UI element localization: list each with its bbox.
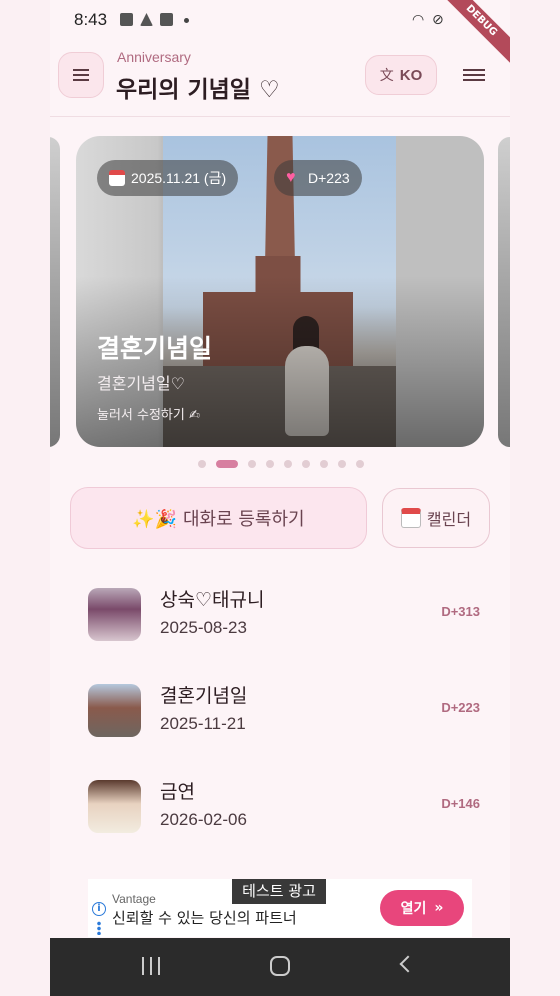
list-item-thumbnail [88,684,141,737]
list-item-dday: D+146 [441,796,480,811]
double-chevron-right-icon: » [434,900,444,916]
list-item[interactable]: 결혼기념일 2025-11-21 D+223 [80,684,480,764]
heart-icon: ♥ [286,169,296,186]
card-subtitle: 결혼기념일♡ [97,374,185,393]
calendar-button[interactable]: 캘린더 [382,488,490,548]
list-item-name: 상숙♡태규니 [160,589,265,611]
recent-apps-button[interactable] [142,957,160,975]
ad-options-icon[interactable] [97,921,101,935]
card-title: 결혼기념일 [97,334,213,363]
carousel-indicator [198,459,364,469]
page-dot[interactable] [338,460,346,468]
page-dot[interactable] [248,460,256,468]
menu-icon [73,69,89,81]
more-notifications-icon [184,18,189,23]
back-button[interactable] [399,955,417,973]
list-item-date: 2025-11-21 [160,714,246,733]
calendar-icon [109,170,125,186]
carousel-next-card[interactable] [498,137,510,447]
page-dot-active[interactable] [216,460,238,468]
menu-button[interactable] [58,52,104,98]
notification-icon [120,13,133,26]
page-dot[interactable] [198,460,206,468]
test-ad-label: 테스트 광고 [232,879,326,904]
list-item-date: 2025-08-23 [160,618,247,637]
header-divider [50,116,510,117]
language-button[interactable]: 文 KO [365,55,437,95]
list-item-thumbnail [88,588,141,641]
calendar-button-label: 캘린더 [426,510,472,529]
do-not-disturb-icon: ⊘ [432,12,444,28]
system-navigation-bar [50,938,510,996]
page-subtitle: Anniversary [117,49,191,65]
page-dot[interactable] [284,460,292,468]
list-view-button[interactable] [452,58,496,92]
debug-banner: DEBUG [435,0,510,67]
language-label: KO [399,66,423,84]
register-by-chat-label: ✨🎉 대화로 등록하기 [132,509,305,530]
ad-open-button[interactable]: 열기 » [380,890,464,926]
app-screen: 8:43 ◠ ⊘ DEBUG Anniversary 우리의 기념일 ♡ 文 K… [50,0,510,996]
ad-text: 신뢰할 수 있는 당신의 파트너 [112,909,297,927]
status-bar: 8:43 ◠ ⊘ DEBUG [50,0,510,67]
page-dot[interactable] [320,460,328,468]
carousel-prev-card[interactable] [50,137,60,447]
list-item[interactable]: 금연 2026-02-06 D+146 [80,780,480,860]
card-edit-hint: 눌러서 수정하기 ✍ [97,408,200,423]
list-item-name: 결혼기념일 [160,685,248,707]
page-dot[interactable] [356,460,364,468]
wifi-icon: ◠ [412,12,425,28]
ad-brand: Vantage [112,892,156,906]
page-title: 우리의 기념일 ♡ [116,77,280,103]
list-item[interactable]: 상숙♡태규니 2025-08-23 D+313 [80,588,480,668]
ad-open-label: 열기 [400,901,427,917]
list-item-date: 2026-02-06 [160,810,247,829]
status-time: 8:43 [74,10,108,29]
calendar-icon [400,508,421,528]
register-by-chat-button[interactable]: ✨🎉 대화로 등록하기 [70,487,367,549]
task-icon [160,13,173,26]
date-chip: 2025.11.21 (금) [97,160,239,196]
translate-icon: 文 [379,68,394,84]
page-dot[interactable] [266,460,274,468]
ad-info-icon[interactable]: i [92,902,106,916]
list-item-name: 금연 [160,781,195,803]
list-icon [463,69,485,81]
page-dot[interactable] [302,460,310,468]
list-item-dday: D+223 [441,700,480,715]
list-item-dday: D+313 [441,604,480,619]
list-item-thumbnail [88,780,141,833]
anniversary-card[interactable]: 2025.11.21 (금) ♥ D+223 결혼기념일 결혼기념일♡ 눌러서 … [76,136,484,447]
date-chip-label: 2025.11.21 (금) [131,170,227,186]
dday-chip-label: D+223 [308,170,350,186]
home-button[interactable] [270,956,290,976]
dday-chip: ♥ D+223 [274,160,362,196]
warning-icon [140,13,153,26]
